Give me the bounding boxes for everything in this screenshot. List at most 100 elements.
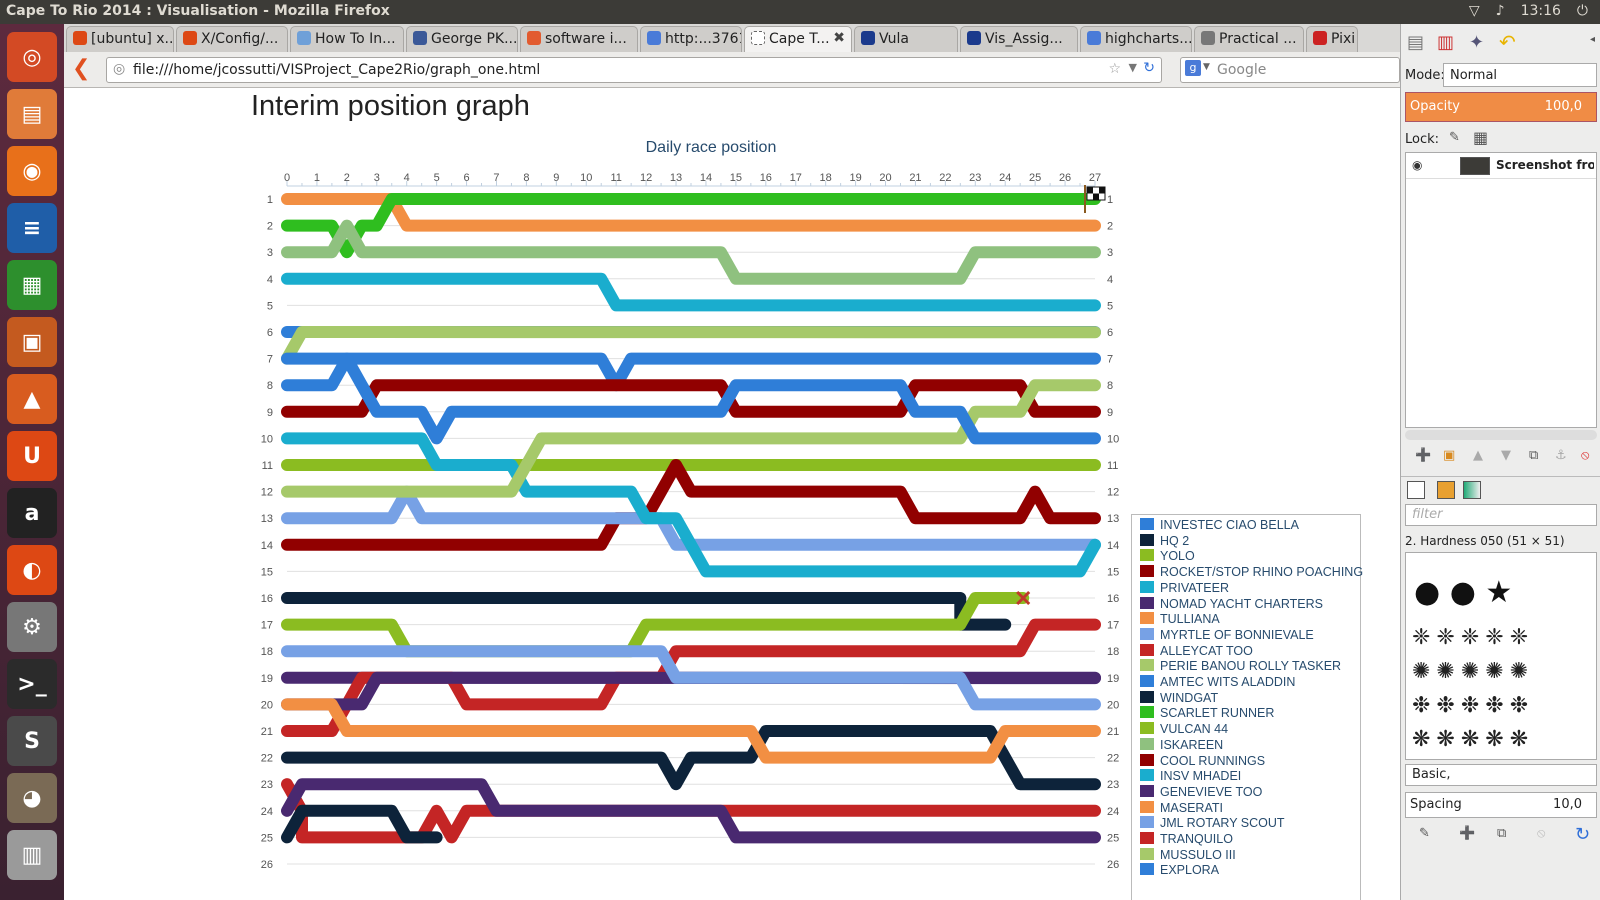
brushes-tab-icon[interactable] — [1407, 481, 1425, 499]
legend-item[interactable]: JML ROTARY SCOUT — [1140, 816, 1285, 831]
reload-icon[interactable]: ↻ — [1143, 60, 1155, 76]
browser-tab[interactable]: Cape T... ✖ — [744, 26, 852, 52]
legend-item[interactable]: MYRTLE OF BONNIEVALE — [1140, 627, 1314, 643]
launcher-gimp-icon[interactable]: ◕ — [7, 773, 57, 823]
legend-item[interactable]: GENEVIEVE TOO — [1140, 784, 1262, 800]
legend-item[interactable]: TULLIANA — [1140, 612, 1220, 627]
legend-item[interactable]: PRIVATEER — [1140, 580, 1229, 596]
new-group-icon[interactable]: ▣ — [1443, 448, 1455, 463]
browser-tab[interactable]: Vula — [854, 26, 958, 52]
legend-item[interactable]: EXPLORA — [1140, 863, 1219, 878]
clock[interactable]: 13:16 — [1521, 3, 1561, 19]
duplicate-layer-icon[interactable]: ⧉ — [1529, 448, 1538, 463]
brush-preset-select[interactable]: Basic, — [1405, 764, 1597, 786]
browser-tab[interactable]: George PK... — [406, 26, 518, 52]
launcher-ubuntu-icon[interactable]: ◎ — [7, 32, 57, 82]
search-field[interactable]: g ▼ Google — [1180, 57, 1400, 83]
legend-item[interactable]: PERIE BANOU ROLLY TASKER — [1140, 659, 1341, 674]
browser-tab[interactable]: How To In... — [290, 26, 404, 52]
launcher-sublime-icon[interactable]: S — [7, 716, 57, 766]
launcher-settings-icon[interactable]: ⚙ — [7, 602, 57, 652]
legend-item[interactable]: ALLEYCAT TOO — [1140, 643, 1253, 659]
launcher-writer-icon[interactable]: ≡ — [7, 203, 57, 253]
launcher-ubuntu-one-music-icon[interactable]: ◐ — [7, 545, 57, 595]
new-brush-icon[interactable]: ➕ — [1459, 826, 1475, 841]
launcher-calc-icon[interactable]: ▦ — [7, 260, 57, 310]
brush-filter-input[interactable]: filter — [1405, 504, 1597, 526]
refresh-brushes-icon[interactable]: ↻ — [1575, 824, 1590, 845]
patterns-tab-icon[interactable] — [1437, 481, 1455, 499]
legend-item[interactable]: INSV MHADEI — [1140, 769, 1241, 784]
launcher-ubuntu-one-icon[interactable]: U — [7, 431, 57, 481]
lock-pixels-icon[interactable]: ✎ — [1449, 130, 1460, 145]
layer-row[interactable]: ◉ Screenshot from 20 — [1406, 153, 1596, 179]
series-line[interactable] — [281, 352, 1101, 445]
delete-layer-icon[interactable]: ⦸ — [1581, 448, 1589, 463]
new-layer-icon[interactable]: ➕ — [1415, 448, 1431, 463]
dock-menu-icon[interactable]: ◂ — [1590, 34, 1595, 45]
power-icon[interactable]: ⏻ — [1577, 3, 1588, 19]
browser-tab[interactable]: [ubuntu] x... — [66, 26, 174, 52]
browser-tab[interactable]: Pixi — [1306, 26, 1358, 52]
layers-scrollbar[interactable] — [1405, 430, 1597, 440]
spacing-slider[interactable]: Spacing 10,0 — [1405, 792, 1597, 818]
browser-tab[interactable]: Practical ... — [1194, 26, 1304, 52]
legend-item[interactable]: MUSSULO III — [1140, 847, 1236, 863]
anchor-layer-icon[interactable]: ⚓ — [1555, 448, 1567, 463]
layers-tab-icon[interactable]: ▤ — [1407, 32, 1424, 53]
edit-brush-icon[interactable]: ✎ — [1419, 826, 1430, 841]
wifi-icon[interactable]: ▽ — [1469, 3, 1480, 19]
legend-item[interactable]: TRANQUILO — [1140, 832, 1233, 847]
y-tick-label-right: 2 — [1107, 221, 1113, 233]
opacity-slider[interactable]: Opacity 100,0 — [1405, 92, 1597, 122]
browser-tab[interactable]: highcharts... — [1080, 26, 1192, 52]
legend-item[interactable]: AMTEC WITS ALADDIN — [1140, 675, 1295, 690]
launcher-software-center-icon[interactable]: ▲ — [7, 374, 57, 424]
series-line[interactable] — [281, 219, 1101, 285]
bookmark-star-icon[interactable]: ☆ — [1108, 61, 1121, 77]
undo-tab-icon[interactable]: ↶ — [1499, 30, 1516, 54]
legend-item[interactable]: ROCKET/STOP RHINO POACHING — [1140, 565, 1363, 580]
launcher-files-icon[interactable]: ▤ — [7, 89, 57, 139]
legend-item[interactable]: WINDGAT — [1140, 690, 1218, 706]
browser-tab[interactable]: Vis_Assig... — [960, 26, 1078, 52]
legend-item[interactable]: NOMAD YACHT CHARTERS — [1140, 596, 1323, 612]
launcher-terminal-icon[interactable]: >_ — [7, 659, 57, 709]
launcher-impress-icon[interactable]: ▣ — [7, 317, 57, 367]
legend-item[interactable]: SCARLET RUNNER — [1140, 706, 1274, 721]
launcher-firefox-icon[interactable]: ◉ — [7, 146, 57, 196]
browser-tab[interactable]: X/Config/... — [176, 26, 288, 52]
legend-item[interactable]: INVESTEC CIAO BELLA — [1140, 518, 1299, 533]
series-line[interactable] — [281, 592, 1030, 658]
legend-item[interactable]: HQ 2 — [1140, 533, 1189, 549]
back-icon[interactable]: ❮ — [72, 56, 90, 81]
lower-layer-icon[interactable]: ▼ — [1501, 448, 1511, 463]
legend-item[interactable]: ISKAREEN — [1140, 737, 1224, 753]
legend-label: ISKAREEN — [1160, 737, 1224, 752]
browser-tab[interactable]: http:...3761 — [640, 26, 742, 52]
mode-select[interactable]: Normal — [1443, 63, 1597, 87]
raise-layer-icon[interactable]: ▲ — [1473, 448, 1483, 463]
legend-item[interactable]: COOL RUNNINGS — [1140, 753, 1265, 769]
legend-item[interactable]: YOLO — [1140, 549, 1195, 564]
launcher-amazon-icon[interactable]: a — [7, 488, 57, 538]
search-engine-dropdown-icon[interactable]: ▼ — [1203, 62, 1210, 72]
volume-icon[interactable]: ♪ — [1496, 3, 1505, 19]
legend-item[interactable]: VULCAN 44 — [1140, 722, 1228, 737]
lock-alpha-icon[interactable]: ▦ — [1473, 128, 1488, 147]
channels-tab-icon[interactable]: ▥ — [1437, 32, 1454, 53]
brush-grid[interactable]: ● ● ★ ❈❈❈❈❈ ✺✺✺✺✺ ❉❉❉❉❉ ❋❋❋❋❋ — [1405, 552, 1597, 760]
launcher-printer-icon[interactable]: ▥ — [7, 830, 57, 880]
url-bar[interactable]: ◎ file:///home/jcossutti/VISProject_Cape… — [106, 57, 1162, 83]
browser-tab[interactable]: software i... — [520, 26, 638, 52]
gradients-tab-icon[interactable] — [1463, 481, 1481, 499]
eye-icon[interactable]: ◉ — [1412, 158, 1422, 172]
series-line[interactable] — [281, 272, 1101, 312]
dropdown-icon[interactable]: ▼ — [1129, 61, 1137, 74]
delete-brush-icon[interactable]: ⦸ — [1537, 826, 1545, 841]
paths-tab-icon[interactable]: ✦ — [1469, 32, 1484, 53]
close-tab-icon[interactable]: ✖ — [833, 30, 845, 46]
duplicate-brush-icon[interactable]: ⧉ — [1497, 826, 1506, 841]
y-tick-label-left: 15 — [261, 566, 273, 578]
legend-item[interactable]: MASERATI — [1140, 800, 1223, 816]
